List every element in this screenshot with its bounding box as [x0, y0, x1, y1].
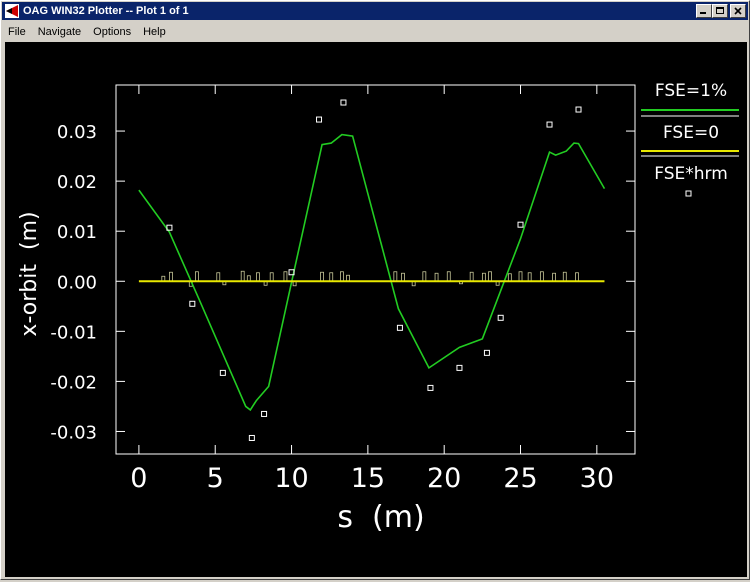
legend-label-fsehrm: FSE*hrm	[654, 164, 728, 184]
maximize-button[interactable]	[712, 4, 728, 18]
fsehrm-marker	[189, 300, 196, 307]
fsehrm-bar	[469, 271, 474, 282]
close-icon	[734, 7, 742, 15]
fsehrm-marker	[219, 369, 226, 376]
x-axis-label: s (m)	[337, 500, 424, 535]
plot-frame	[115, 84, 636, 455]
x-tick-label: 15	[351, 463, 385, 494]
menu-navigate[interactable]: Navigate	[32, 26, 87, 38]
fsehrm-bar	[393, 271, 398, 282]
x-tick-label: 0	[130, 463, 147, 494]
legend: FSE=1% FSE=0 FSE*hrm	[641, 81, 739, 197]
y-tick-label: 0.00	[57, 272, 97, 293]
fsehrm-bar	[539, 271, 544, 282]
fsehrm-marker	[483, 349, 490, 356]
orbit-chart: 0 5 10 15 20 25 30 -0.03 -0.02 -0.01 0.00 0.01 0.02 0…	[17, 81, 739, 535]
window-controls	[696, 4, 746, 18]
menu-bar: File Navigate Options Help	[2, 22, 748, 41]
y-tick-label: 0.01	[57, 222, 97, 243]
y-tick-label: -0.03	[50, 422, 97, 443]
y-tick-label: -0.01	[50, 322, 97, 343]
close-button[interactable]	[730, 4, 746, 18]
fsehrm-bar	[216, 272, 221, 282]
fsehrm-marker	[316, 116, 323, 123]
fsehrm-bar	[422, 271, 427, 282]
title-bar[interactable]: OAG WIN32 Plotter -- Plot 1 of 1	[2, 2, 748, 20]
series-line-fse1	[138, 133, 606, 412]
window-title: OAG WIN32 Plotter -- Plot 1 of 1	[23, 5, 189, 17]
fsehrm-bar	[269, 272, 274, 282]
fsehrm-marker	[340, 99, 347, 106]
fsehrm-marker	[546, 121, 553, 128]
fsehrm-bar	[518, 271, 523, 282]
fsehrm-bar	[552, 272, 556, 282]
fsehrm-marker	[261, 410, 268, 417]
fsehrm-bar	[507, 273, 512, 282]
fsehrm-marker	[396, 324, 403, 331]
fsehrm-bar	[446, 271, 451, 282]
y-tick-label: -0.02	[50, 372, 97, 393]
y-tick-label: 0.02	[57, 172, 97, 193]
fsehrm-marker	[456, 364, 463, 371]
x-tick-label: 5	[207, 463, 224, 494]
x-tick-label: 25	[503, 463, 537, 494]
fsehrm-marker	[497, 314, 504, 321]
fsehrm-bar	[527, 272, 532, 282]
minimize-icon	[700, 12, 706, 14]
plot-canvas: 0 5 10 15 20 25 30 -0.03 -0.02 -0.01 0.00 0.01 0.02 0…	[5, 42, 747, 577]
x-tick-label: 30	[580, 463, 614, 494]
menu-help[interactable]: Help	[137, 26, 172, 38]
fsehrm-bar	[283, 271, 288, 282]
fsehrm-marker	[575, 106, 582, 113]
fsehrm-bar	[562, 271, 567, 282]
menu-file[interactable]: File	[2, 26, 32, 38]
fsehrm-bar	[340, 271, 344, 282]
fsehrm-bar	[320, 271, 324, 282]
fsehrm-marker	[248, 434, 255, 441]
fsehrm-bar	[481, 272, 486, 282]
app-icon	[5, 4, 19, 18]
fsehrm-marker	[517, 221, 524, 228]
legend-label-fse0: FSE=0	[663, 123, 719, 143]
fsehrm-bar	[434, 272, 439, 282]
menu-options[interactable]: Options	[87, 26, 137, 38]
y-axis-label: x-orbit (m)	[17, 211, 42, 336]
fsehrm-bar	[169, 271, 173, 282]
minimize-button[interactable]	[696, 4, 712, 18]
maximize-icon	[716, 7, 724, 14]
fsehrm-bar	[488, 271, 492, 282]
plotter-window: OAG WIN32 Plotter -- Plot 1 of 1 File Na…	[0, 0, 750, 580]
fsehrm-bar	[195, 271, 199, 282]
y-tick-label: 0.03	[57, 122, 97, 143]
fsehrm-bar	[575, 272, 579, 282]
fsehrm-bar	[401, 272, 405, 282]
legend-label-fse1: FSE=1%	[655, 81, 727, 101]
x-tick-label: 20	[427, 463, 461, 494]
legend-marker-fsehrm	[685, 190, 692, 197]
fsehrm-marker	[427, 384, 434, 391]
fsehrm-bar	[240, 270, 245, 282]
fsehrm-bar	[329, 272, 334, 282]
fsehrm-bar	[256, 272, 260, 282]
x-tick-label: 10	[274, 463, 308, 494]
